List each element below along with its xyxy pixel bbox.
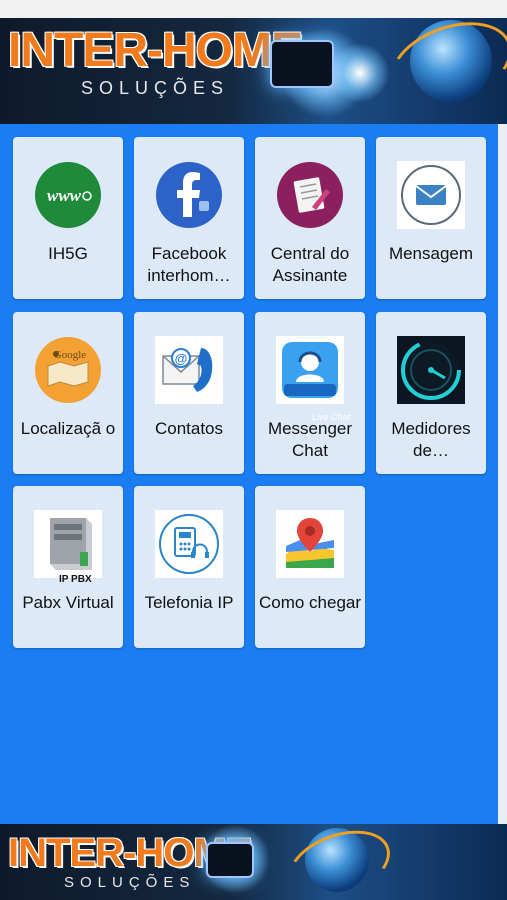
map-pin-icon — [276, 510, 344, 578]
tile-label: Pabx Virtual — [22, 593, 114, 612]
tile-localizacao[interactable]: Google Localizaçã o — [13, 312, 123, 474]
status-bar — [0, 0, 507, 18]
notepad-icon — [276, 161, 344, 229]
google-map-icon: Google — [34, 336, 102, 404]
tile-como-chegar[interactable]: Como chegar — [255, 486, 365, 648]
tile-mensagem[interactable]: Mensagem — [376, 137, 486, 299]
tile-label: Messenger Chat — [267, 419, 353, 460]
tile-facebook[interactable]: Facebook interhom… — [134, 137, 244, 299]
ip-pbx-badge: IP PBX — [59, 574, 92, 585]
tile-label: Medidores de… — [391, 419, 471, 460]
tile-contatos[interactable]: @ Contatos — [134, 312, 244, 474]
scrollbar[interactable] — [498, 124, 507, 824]
banner-artwork — [200, 824, 420, 900]
header-banner: INTER-HOME SOLUÇÕES — [0, 18, 507, 124]
tile-pabx-virtual[interactable]: IP PBX Pabx Virtual — [13, 486, 123, 648]
ip-pbx-icon: IP PBX — [34, 510, 102, 585]
tile-label: Telefonia IP — [144, 593, 234, 612]
tile-medidores[interactable]: Medidores de… — [376, 312, 486, 474]
ip-phone-icon — [155, 510, 223, 578]
svg-text:@: @ — [175, 351, 188, 366]
envelope-icon — [397, 161, 465, 229]
tile-label: Contatos — [154, 419, 224, 438]
tile-label: IH5G — [48, 244, 88, 263]
brand-title: INTER-HOME — [8, 24, 303, 77]
footer-banner: INTER-HOME SOLUÇÕES — [0, 824, 507, 900]
tile-label: Mensagem — [388, 244, 474, 263]
tile-label: Como chegar — [258, 593, 362, 612]
tile-ih5g[interactable]: www IH5G — [13, 137, 123, 299]
svg-text:www: www — [47, 186, 82, 205]
tile-label: Localizaçã o — [20, 419, 116, 438]
facebook-icon — [155, 161, 223, 229]
brand-subtitle: SOLUÇÕES — [80, 78, 229, 98]
live-chat-icon: Live Chat — [276, 336, 350, 422]
banner-artwork — [260, 18, 507, 124]
brand-logo: INTER-HOME SOLUÇÕES — [8, 24, 303, 99]
tile-label: Central do Assinante — [270, 244, 350, 285]
tile-central-do-assinante[interactable]: Central do Assinante — [255, 137, 365, 299]
www-globe-icon: www — [34, 161, 102, 229]
tile-telefonia-ip[interactable]: Telefonia IP — [134, 486, 244, 648]
speedometer-icon — [397, 336, 465, 404]
app-grid: www IH5G Facebook interhom… Central do A… — [0, 124, 498, 824]
email-phone-icon: @ — [155, 336, 223, 404]
tile-label: Facebook interhom… — [147, 244, 231, 285]
tile-messenger-chat[interactable]: Live Chat Messenger Chat — [255, 312, 365, 474]
